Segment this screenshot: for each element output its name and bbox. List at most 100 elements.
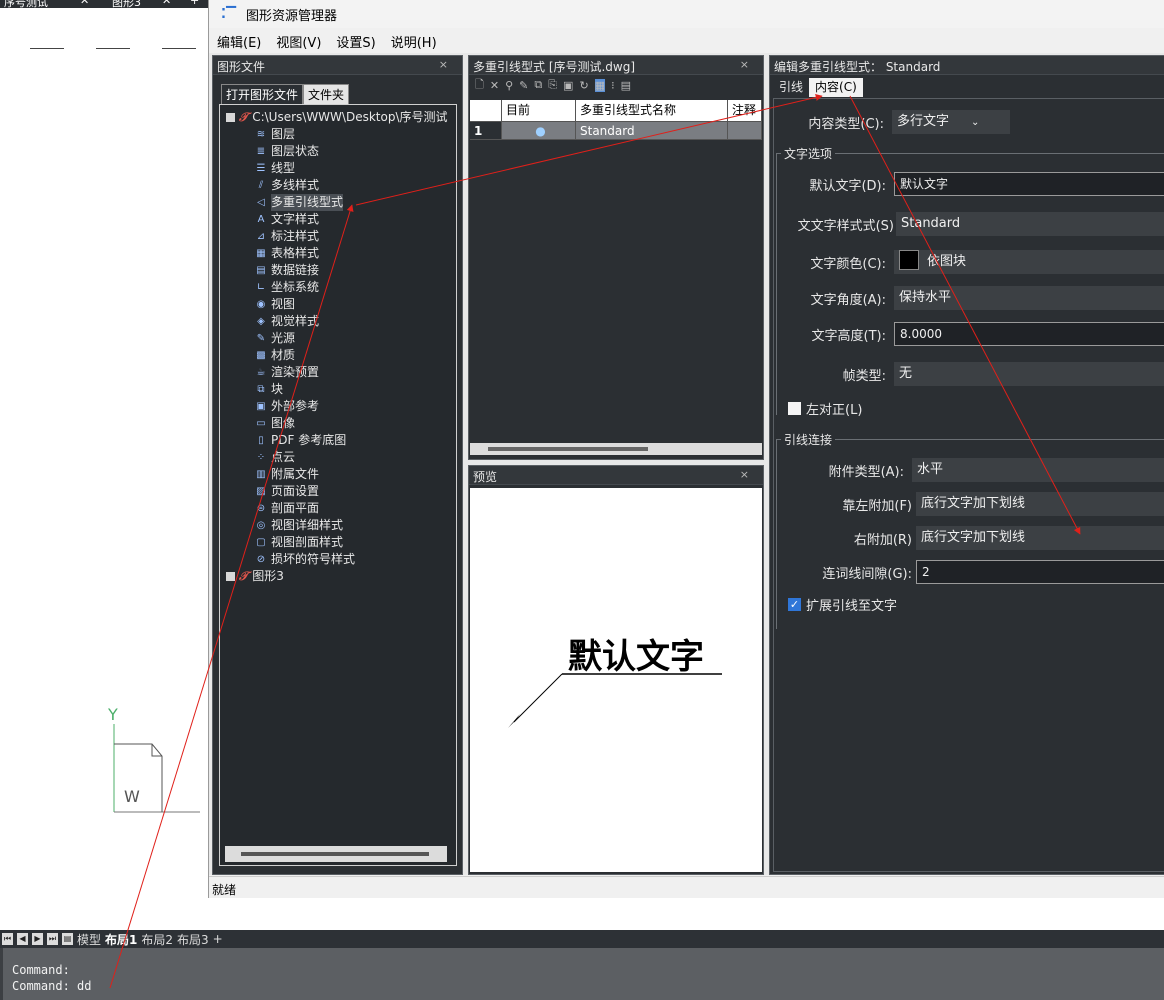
preview-close-icon[interactable]: × <box>740 468 749 481</box>
layout-tab-add[interactable]: + <box>213 932 223 946</box>
tree-item-label: 材质 <box>271 348 296 362</box>
command-line[interactable]: Command: Command: dd <box>0 948 1164 1000</box>
text-angle-select[interactable]: 保持水平 <box>894 286 1164 310</box>
toolbar-button-icon[interactable]: ✕ <box>490 79 499 92</box>
tree-root-drawing[interactable]: 𝒯 C:\Users\WWW\Desktop\序号测试 <box>226 109 456 126</box>
last-layout-icon[interactable]: ⏭ <box>47 933 58 945</box>
toolbar-button-icon[interactable]: ⁝ <box>611 79 615 92</box>
scrollbar-thumb[interactable] <box>488 447 648 451</box>
tree-item[interactable]: ∟ 坐标系统 <box>226 279 456 296</box>
tree-item[interactable]: ▤ 数据链接 <box>226 262 456 279</box>
files-panel-close-icon[interactable]: × <box>439 58 448 71</box>
toolbar-button-icon[interactable]: ⎘ <box>548 78 557 92</box>
layout-tab-layout3[interactable]: 布局3 <box>177 931 209 948</box>
tree-item[interactable]: ▨ 页面设置 <box>226 483 456 500</box>
cad-tab-active[interactable]: 序号测试 <box>4 0 48 8</box>
grid-header-note[interactable]: 注释 <box>728 100 762 122</box>
tree-item[interactable]: ⁘ 点云 <box>226 449 456 466</box>
cad-tab-2-close-icon[interactable]: ✕ <box>162 0 171 7</box>
menu-settings[interactable]: 设置S) <box>336 32 375 51</box>
tree-item[interactable]: ◁ 多重引线型式 <box>226 194 456 211</box>
expand-icon[interactable] <box>226 572 235 581</box>
cad-tab-2[interactable]: 图形3 <box>112 0 141 8</box>
tree-item[interactable]: ⧉ 块 <box>226 381 456 398</box>
tree-item[interactable]: ⊜ 剖面平面 <box>226 500 456 517</box>
toolbar-button-icon[interactable]: ⧉ <box>534 78 542 92</box>
menu-bar: 编辑(E) 视图(V) 设置S) 说明(H) <box>209 30 1164 52</box>
default-text-input[interactable]: 默认文字 <box>894 172 1164 196</box>
extend-leader-label: 扩展引线至文字 <box>806 598 898 614</box>
tree-item[interactable]: ⫽ 多线样式 <box>226 177 456 194</box>
window-titlebar[interactable]: ⁚▔ 图形资源管理器 <box>209 0 1164 28</box>
tree-item[interactable]: ▩ 材质 <box>226 347 456 364</box>
tree-item[interactable]: ▣ 外部参考 <box>226 398 456 415</box>
drawing-file-icon: 𝒯 <box>239 569 249 583</box>
toolbar-button-icon[interactable]: ▤ <box>621 79 631 92</box>
text-style-select[interactable]: Standard <box>896 212 1164 236</box>
tree-item[interactable]: ☰ 线型 <box>226 160 456 177</box>
scrollbar-thumb[interactable] <box>241 852 429 856</box>
first-layout-icon[interactable]: ⏮ <box>2 933 13 945</box>
command-input-line[interactable]: Command: dd <box>12 978 1164 994</box>
table-row[interactable]: 1 ● Standard <box>470 122 762 144</box>
attach-type-select[interactable]: 水平 <box>912 458 1164 482</box>
tab-content[interactable]: 内容(C) <box>809 78 863 97</box>
toolbar-button-icon[interactable]: ⚲ <box>505 79 513 92</box>
next-layout-icon[interactable]: ▶ <box>32 933 43 945</box>
tree-item[interactable]: ▭ 图像 <box>226 415 456 432</box>
tree-item[interactable]: ◈ 视觉样式 <box>226 313 456 330</box>
tab-folders[interactable]: 文件夹 <box>303 84 350 105</box>
tree-item[interactable]: ▯ PDF 参考底图 <box>226 432 456 449</box>
extend-leader-checkbox[interactable]: ✓ <box>788 597 801 611</box>
tree-second-drawing[interactable]: 𝒯 图形3 <box>226 568 456 585</box>
tree-item[interactable]: ≣ 图层状态 <box>226 143 456 160</box>
gap-input[interactable]: 2 <box>916 560 1164 584</box>
style-list-close-icon[interactable]: × <box>740 58 749 71</box>
menu-help[interactable]: 说明(H) <box>391 32 437 51</box>
menu-edit[interactable]: 编辑(E) <box>217 32 261 51</box>
tree-item[interactable]: ⊘ 损坏的符号样式 <box>226 551 456 568</box>
grid-header-current[interactable]: 目前 <box>502 100 576 122</box>
tree-item[interactable]: ◉ 视图 <box>226 296 456 313</box>
tree-item[interactable]: ▦ 表格样式 <box>226 245 456 262</box>
point-cloud-icon: ⁘ <box>256 451 266 463</box>
menu-view[interactable]: 视图(V) <box>276 32 321 51</box>
tree-item[interactable]: A 文字样式 <box>226 211 456 228</box>
tree-horizontal-scrollbar[interactable] <box>225 846 447 862</box>
text-color-select[interactable]: 依图块 <box>894 250 1164 274</box>
tab-leader[interactable]: 引线 <box>773 78 809 97</box>
layout-tab-model[interactable]: 模型 <box>77 931 101 948</box>
left-attach-select[interactable]: 底行文字加下划线 <box>916 492 1164 516</box>
frame-type-select[interactable]: 无 <box>894 362 1164 386</box>
layout-grid-icon[interactable]: ▤ <box>62 933 73 945</box>
toolbar-button-icon[interactable]: 🗋 <box>475 76 484 95</box>
tree-item[interactable]: ◎ 视图详细样式 <box>226 517 456 534</box>
dimension-icon: ⊿ <box>256 230 266 242</box>
tree-item[interactable]: ▢ 视图剖面样式 <box>226 534 456 551</box>
left-justify-row[interactable]: 左对正(L) <box>788 395 862 421</box>
tree-item[interactable]: ✎ 光源 <box>226 330 456 347</box>
grid-header-name[interactable]: 多重引线型式名称 <box>576 100 728 122</box>
toolbar-button-icon[interactable]: ✎ <box>519 79 528 92</box>
toolbar-button-icon[interactable]: ▦ <box>594 78 606 92</box>
left-justify-checkbox[interactable] <box>788 401 801 415</box>
content-type-select[interactable]: 多行文字 ⌄ <box>892 110 1010 134</box>
toolbar-button-icon[interactable]: ↻ <box>579 79 588 92</box>
layout-tab-layout1[interactable]: 布局1 <box>105 931 137 948</box>
extend-leader-row[interactable]: ✓ 扩展引线至文字 <box>788 591 897 617</box>
layout-tab-layout2[interactable]: 布局2 <box>141 931 173 948</box>
tree-item[interactable]: ▥ 附属文件 <box>226 466 456 483</box>
broken-symbol-icon: ⊘ <box>256 553 266 565</box>
cad-tab-add-icon[interactable]: + <box>190 0 199 7</box>
toolbar-button-icon[interactable]: ▣ <box>563 79 573 92</box>
prev-layout-icon[interactable]: ◀ <box>17 933 28 945</box>
right-attach-select[interactable]: 底行文字加下划线 <box>916 526 1164 550</box>
tree-item[interactable]: ≋ 图层 <box>226 126 456 143</box>
cad-tab-close-icon[interactable]: ✕ <box>80 0 89 7</box>
tab-open-drawings[interactable]: 打开图形文件 <box>221 84 304 105</box>
style-list-scrollbar[interactable] <box>470 443 762 455</box>
tree-item[interactable]: ☕ 渲染预置 <box>226 364 456 381</box>
collapse-icon[interactable] <box>226 113 235 122</box>
text-height-input[interactable]: 8.0000 <box>894 322 1164 346</box>
tree-item[interactable]: ⊿ 标注样式 <box>226 228 456 245</box>
